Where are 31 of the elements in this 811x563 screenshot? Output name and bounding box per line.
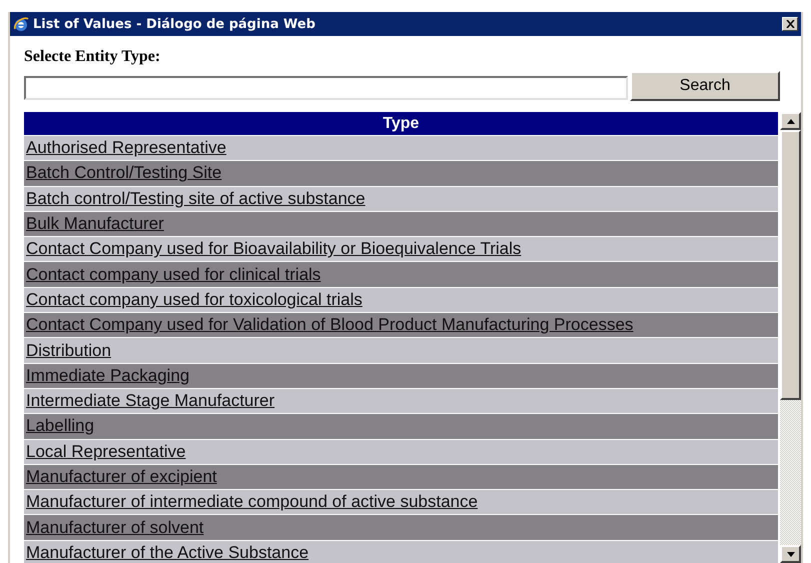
type-link[interactable]: Manufacturer of intermediate compound of active substance bbox=[26, 492, 478, 512]
close-icon bbox=[786, 20, 794, 28]
search-button[interactable]: Search bbox=[630, 71, 780, 101]
search-field[interactable] bbox=[24, 76, 628, 100]
browser-icon bbox=[13, 16, 29, 32]
entity-type-label: Selecte Entity Type: bbox=[24, 48, 162, 67]
type-link[interactable]: Labelling bbox=[26, 416, 94, 436]
scroll-thumb[interactable] bbox=[780, 130, 801, 400]
type-link[interactable]: Distribution bbox=[26, 340, 112, 361]
up-arrow-icon bbox=[786, 118, 794, 124]
type-link[interactable]: Manufacturer of solvent bbox=[26, 518, 204, 538]
column-header: Type bbox=[24, 112, 778, 136]
window-title: List of Values - Diálogo de página Web bbox=[33, 16, 316, 32]
type-link[interactable]: Authorised Representative bbox=[26, 138, 226, 158]
type-link[interactable]: Batch Control/Testing Site bbox=[26, 163, 222, 184]
type-link[interactable]: Local Representative bbox=[26, 442, 186, 462]
type-link[interactable]: Batch control/Testing site of active substance bbox=[26, 188, 366, 209]
scroll-up-button[interactable] bbox=[780, 112, 801, 130]
scroll-down-button[interactable] bbox=[780, 545, 801, 563]
type-link[interactable]: Contact Company used for Bioavailability or Bioequivalence Trials bbox=[26, 239, 522, 260]
type-link[interactable]: Contact Company used for Validation of Blood Product Manufacturing Processes bbox=[26, 315, 634, 336]
type-link[interactable]: Intermediate Stage Manufacturer bbox=[26, 391, 275, 412]
scrollbar[interactable] bbox=[780, 112, 801, 563]
type-link[interactable]: Manufacturer of excipient bbox=[26, 467, 217, 487]
type-link[interactable]: Manufacturer of the Active Substance bbox=[26, 542, 309, 563]
type-link[interactable]: Contact company used for clinical trials bbox=[26, 264, 321, 285]
type-link[interactable]: Contact company used for toxicological trials bbox=[26, 290, 362, 310]
type-link[interactable]: Immediate Packaging bbox=[26, 366, 190, 386]
down-arrow-icon bbox=[786, 552, 794, 556]
type-link[interactable]: Bulk Manufacturer bbox=[26, 214, 164, 234]
close-button[interactable] bbox=[782, 17, 798, 31]
